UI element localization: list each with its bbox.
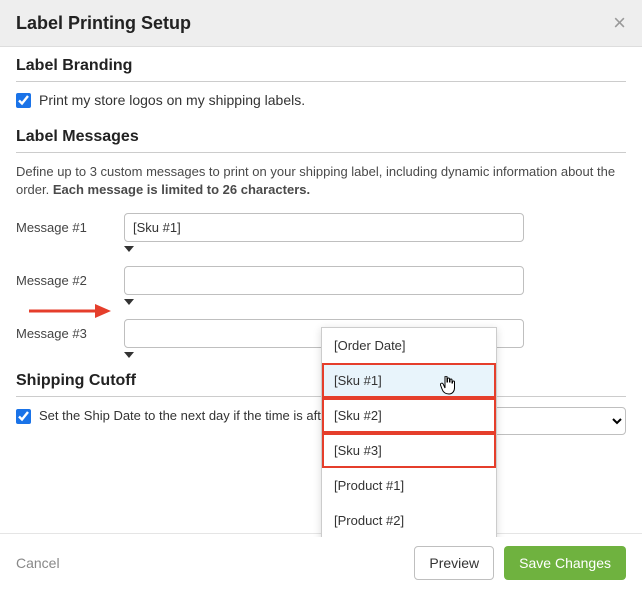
divider bbox=[16, 152, 626, 153]
modal-header: Label Printing Setup × bbox=[0, 0, 642, 47]
message-2-label: Message #2 bbox=[16, 273, 104, 288]
save-changes-button[interactable]: Save Changes bbox=[504, 546, 626, 580]
branding-checkbox[interactable] bbox=[16, 93, 31, 108]
modal-title: Label Printing Setup bbox=[16, 13, 191, 34]
dropdown-item[interactable]: [Product #1] bbox=[322, 468, 496, 503]
close-icon[interactable]: × bbox=[613, 12, 626, 34]
divider bbox=[16, 81, 626, 82]
message-1-label: Message #1 bbox=[16, 220, 104, 235]
modal-footer: Cancel Preview Save Changes bbox=[0, 533, 642, 592]
message-1-input[interactable] bbox=[124, 213, 524, 242]
modal-body: Label Branding Print my store logos on m… bbox=[0, 47, 642, 537]
token-dropdown-menu: [Order Date] [Sku #1] [Sku #2] [Sku #3] … bbox=[321, 327, 497, 537]
dropdown-item[interactable]: [Sku #2] bbox=[322, 398, 496, 433]
dropdown-item[interactable]: [Product #2] bbox=[322, 503, 496, 537]
section-title-branding: Label Branding bbox=[16, 57, 626, 75]
branding-row: Print my store logos on my shipping labe… bbox=[16, 92, 626, 108]
message-2-input[interactable] bbox=[124, 266, 524, 295]
dropdown-item[interactable]: [Sku #1] bbox=[322, 363, 496, 398]
helptext-bold: Each message is limited to 26 characters… bbox=[53, 182, 310, 197]
dropdown-item[interactable]: [Sku #3] bbox=[322, 433, 496, 468]
preview-button[interactable]: Preview bbox=[414, 546, 494, 580]
section-title-messages: Label Messages bbox=[16, 128, 626, 146]
messages-helptext: Define up to 3 custom messages to print … bbox=[16, 163, 626, 199]
branding-checkbox-label: Print my store logos on my shipping labe… bbox=[39, 92, 305, 108]
message-3-dropdown-trigger[interactable] bbox=[124, 352, 134, 358]
dropdown-item[interactable]: [Order Date] bbox=[322, 328, 496, 363]
message-2-dropdown-trigger[interactable] bbox=[124, 299, 134, 305]
message-1-dropdown-trigger[interactable] bbox=[124, 246, 134, 252]
message-row-1: Message #1 bbox=[16, 213, 626, 242]
cancel-button[interactable]: Cancel bbox=[16, 555, 60, 571]
message-row-2: Message #2 bbox=[16, 266, 626, 295]
message-3-label: Message #3 bbox=[16, 326, 104, 341]
arrow-annotation-icon bbox=[27, 302, 111, 320]
shipdate-checkbox[interactable] bbox=[16, 409, 31, 424]
